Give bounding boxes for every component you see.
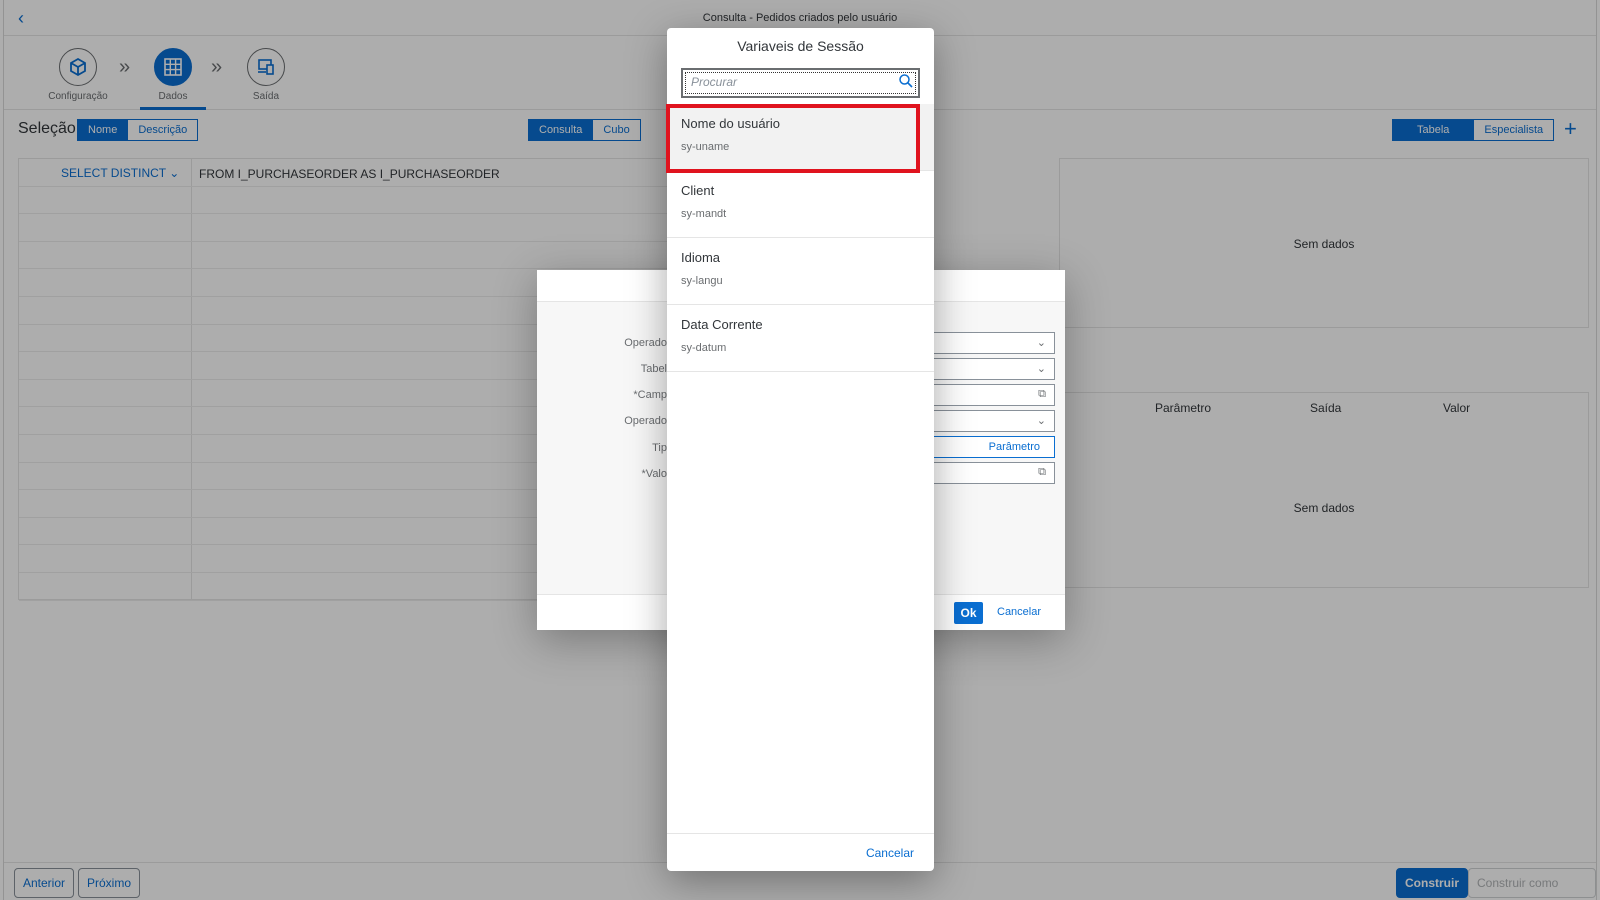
table-select[interactable]: ⌄ [917,358,1055,380]
item-title: Idioma [681,250,721,265]
field-label: *Valo [641,468,667,480]
dialog-title: Variaveis de Sessão [737,38,864,54]
chevron-down-icon: ⌄ [1036,337,1046,349]
chevron-down-icon: ⌄ [1036,415,1046,427]
item-description: sy-datum [681,342,727,354]
field-label: Tabel [640,363,667,375]
search-icon[interactable] [898,73,914,92]
list-item[interactable]: Data Corrente sy-datum [667,305,934,372]
item-description: sy-langu [681,275,723,287]
tipo-parametro-button[interactable]: Parâmetro [917,436,1055,458]
item-title: Client [681,183,715,198]
list-item[interactable]: Client sy-mandt [667,171,934,238]
highlight-box [666,104,920,173]
item-title: Data Corrente [681,317,763,332]
cancel-button[interactable]: Cancelar [866,846,914,860]
field-label: Operado [624,415,667,427]
search-field[interactable] [681,68,920,98]
search-input[interactable] [691,73,881,91]
chevron-down-icon: ⌄ [1036,363,1046,375]
value-help-icon[interactable]: ⧉ [1038,388,1046,401]
value-help-icon[interactable]: ⧉ [1038,466,1046,479]
field-label: *Camp [633,389,667,401]
field-label: Operado [624,337,667,349]
cancel-button[interactable]: Cancelar [997,606,1041,618]
value-input[interactable]: ⧉ [917,462,1055,484]
operator-select[interactable]: ⌄ [917,332,1055,354]
list-item[interactable]: Idioma sy-langu [667,238,934,305]
item-description: sy-mandt [681,208,727,220]
field-input[interactable]: ⧉ [917,384,1055,406]
ok-button[interactable]: Ok [954,602,983,624]
operator2-select[interactable]: ⌄ [917,410,1055,432]
dialog-footer: Cancelar [667,833,934,871]
field-label: Tip [652,442,667,454]
